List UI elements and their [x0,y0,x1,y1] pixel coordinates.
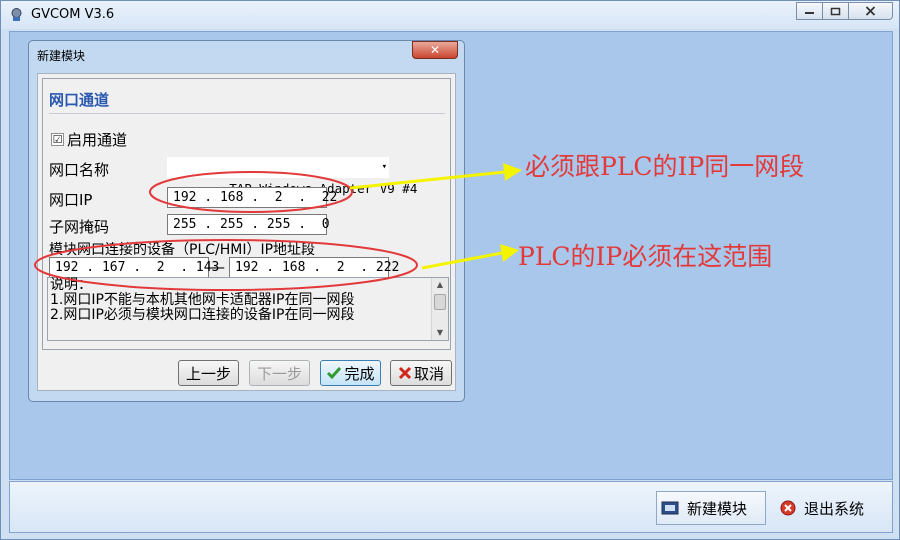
description-box[interactable]: 说明： 1.网口IP不能与本机其他网卡适配器IP在同一网段 2.网口IP必须与模… [47,277,449,341]
ip-range-label: 模块网口连接的设备（PLC/HMI）IP地址段 [49,242,316,258]
chevron-down-icon: ▾ [381,162,387,172]
description-line: 1.网口IP不能与本机其他网卡适配器IP在同一网段 [50,292,355,308]
port-name-label: 网口名称 [49,161,110,179]
finish-button[interactable]: 完成 [320,360,381,386]
annotation-note-2: PLC的IP必须在这范围 [518,242,773,271]
ip-range-end-input[interactable]: 192 . 168 . 2 . 222 [229,257,399,278]
cancel-button[interactable]: 取消 [390,360,452,386]
module-icon [661,501,679,515]
description-line: 说明： [50,277,92,293]
new-module-label: 新建模块 [687,499,748,518]
description-scrollbar[interactable]: ▲ ▼ [431,278,448,340]
dialog-title: 新建模块 [37,49,86,63]
enable-channel-label: 启用通道 [67,131,128,149]
port-name-select[interactable]: TAP-Windows Adapter V9 #4 ▾ [167,157,417,196]
dialog-close-button[interactable]: ✕ [412,41,458,59]
exit-button[interactable]: 退出系统 [776,491,886,525]
port-ip-input[interactable]: 192 . 168 . 2 . 22 [167,187,337,208]
cross-icon [398,366,412,380]
ip-range-dash: — [210,258,225,276]
dialog-panel: 网口通道 ☑ 启用通道 网口名称 TAP-Windows Adapter V9 … [37,73,456,391]
annotation-note-1: 必须跟PLC的IP同一网段 [525,152,805,181]
app-icon [11,8,22,21]
close-icon[interactable] [848,2,893,20]
subnet-mask-input[interactable]: 255 . 255 . 255 . 0 [167,214,330,235]
enable-channel-checkbox[interactable]: ☑ [51,133,64,146]
finish-label: 完成 [344,364,375,383]
maximize-icon[interactable] [822,2,849,20]
scroll-thumb[interactable] [434,294,446,310]
minimize-icon[interactable] [796,2,823,20]
prev-button[interactable]: 上一步 [178,360,239,386]
next-button[interactable]: 下一步 [249,360,310,386]
description-text: 说明： 1.网口IP不能与本机其他网卡适配器IP在同一网段 2.网口IP必须与模… [50,278,355,323]
new-module-button[interactable]: 新建模块 [656,491,766,525]
title-bar[interactable]: GVCOM V3.6 [1,1,899,29]
exit-label: 退出系统 [804,499,865,518]
status-bar: 新建模块 退出系统 [9,481,893,533]
ip-range-start-input[interactable]: 192 . 167 . 2 . 143 [49,257,219,278]
section-divider [49,113,445,114]
description-line: 2.网口IP必须与模块网口连接的设备IP在同一网段 [50,307,355,323]
close-icon: ✕ [429,43,441,57]
next-label: 下一步 [256,364,302,383]
scroll-down-icon[interactable]: ▼ [432,326,448,340]
exit-icon [780,500,796,516]
cancel-label: 取消 [413,364,444,383]
port-ip-label: 网口IP [49,191,93,209]
window-title: GVCOM V3.6 [31,7,115,22]
subnet-mask-label: 子网掩码 [49,218,110,236]
section-title: 网口通道 [49,91,110,109]
prev-label: 上一步 [185,364,231,383]
new-module-dialog: 新建模块 ✕ 网口通道 ☑ 启用通道 网口名称 TAP-Windows Adap… [28,40,465,402]
scroll-up-icon[interactable]: ▲ [432,278,448,292]
network-channel-group: 网口通道 ☑ 启用通道 网口名称 TAP-Windows Adapter V9 … [42,78,451,350]
window-controls [796,2,893,21]
checkmark-icon [327,367,342,380]
